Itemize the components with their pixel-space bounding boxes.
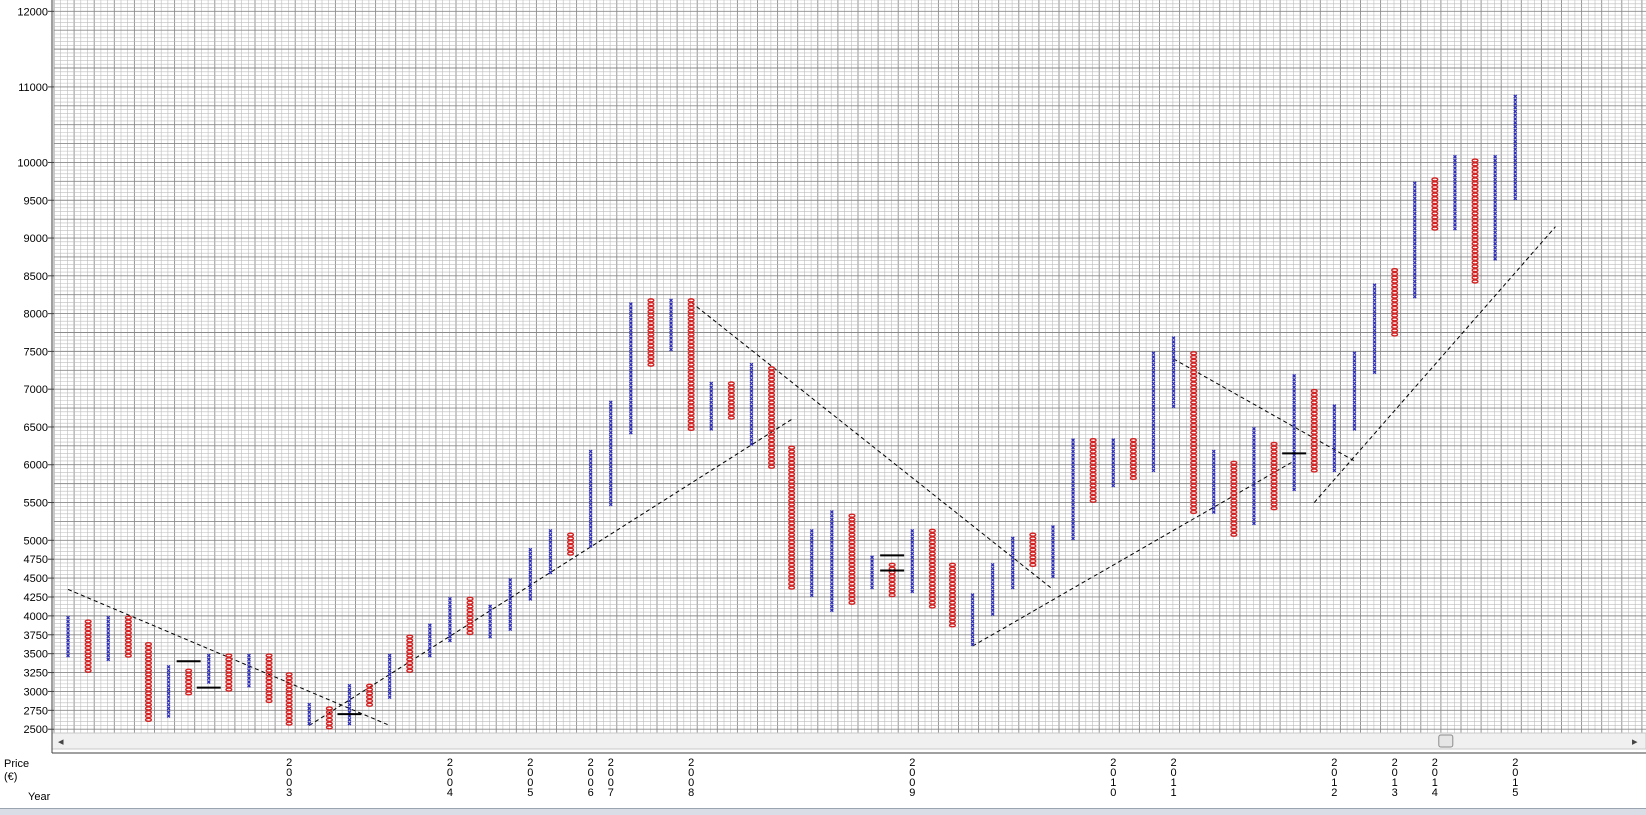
pf-column-1 xyxy=(84,619,92,673)
scroll-left-arrow-icon[interactable]: ◂ xyxy=(58,735,64,748)
y-tick-label: 5500 xyxy=(24,498,48,510)
y-tick-label: 3250 xyxy=(24,668,48,680)
pf-column-36 xyxy=(788,445,796,590)
scroll-right-arrow-icon[interactable]: ▸ xyxy=(1632,735,1638,748)
scrollbar-track[interactable] xyxy=(51,732,1646,750)
y-tick-label: 9500 xyxy=(24,195,48,207)
pf-column-11 xyxy=(285,672,293,726)
pf-column-29 xyxy=(647,298,655,367)
y-tick-label: 6500 xyxy=(24,422,48,434)
year-label: 2014 xyxy=(1432,757,1438,799)
y-tick-label: 7500 xyxy=(24,346,48,358)
y-tick-label: 4000 xyxy=(24,611,48,623)
y-tick-label: 6000 xyxy=(24,460,48,472)
year-label: 2011 xyxy=(1170,757,1176,799)
pf-column-25 xyxy=(566,532,575,556)
year-label: 2005 xyxy=(527,757,533,799)
year-label: 2010 xyxy=(1110,757,1116,799)
pf-column-66 xyxy=(1391,267,1399,337)
point-and-figure-chart: 2500 2750 3000 3250 3500 3750 4000 4250 4500 4750… xyxy=(0,0,1646,808)
y-tick-label: 4500 xyxy=(24,573,48,585)
y-tick-label: 2500 xyxy=(24,724,48,736)
y-tick-label: 3750 xyxy=(24,630,48,642)
y-tick-label: 4750 xyxy=(24,554,48,566)
pf-column-15 xyxy=(365,683,374,707)
year-axis-label: Year xyxy=(28,791,51,803)
pf-column-58 xyxy=(1230,460,1238,537)
y-tick-label: 7000 xyxy=(24,384,48,396)
year-label: 2007 xyxy=(608,757,614,799)
y-tick-label: 4250 xyxy=(24,592,48,604)
year-label: 2003 xyxy=(286,757,292,799)
y-tick-label: 3500 xyxy=(24,649,48,661)
year-label: 2009 xyxy=(909,757,915,799)
y-tick-label: 5000 xyxy=(24,535,48,547)
y-tick-label: 2750 xyxy=(24,705,48,717)
year-label: 2004 xyxy=(447,757,453,799)
pf-column-13 xyxy=(325,706,333,730)
year-label: 2015 xyxy=(1512,757,1518,799)
y-tick-label: 9000 xyxy=(24,233,48,245)
pf-column-68 xyxy=(1431,177,1439,231)
y-tick-label: 8000 xyxy=(24,309,48,321)
year-label: 2008 xyxy=(688,757,694,799)
y-tick-label: 10000 xyxy=(17,157,48,169)
y-tick-label: 11000 xyxy=(18,82,48,94)
pf-column-60 xyxy=(1270,441,1278,511)
year-label: 2006 xyxy=(588,757,594,799)
scrollbar-thumb[interactable] xyxy=(1438,734,1454,748)
y-tick-label: 8500 xyxy=(24,271,48,283)
year-label: 2013 xyxy=(1392,757,1398,799)
horizontal-scrollbar[interactable]: ◂ ▸ xyxy=(51,732,1646,750)
year-label: 2012 xyxy=(1331,757,1337,799)
y-tick-label: 12000 xyxy=(17,6,48,18)
y-tick-label: 3000 xyxy=(24,686,48,698)
